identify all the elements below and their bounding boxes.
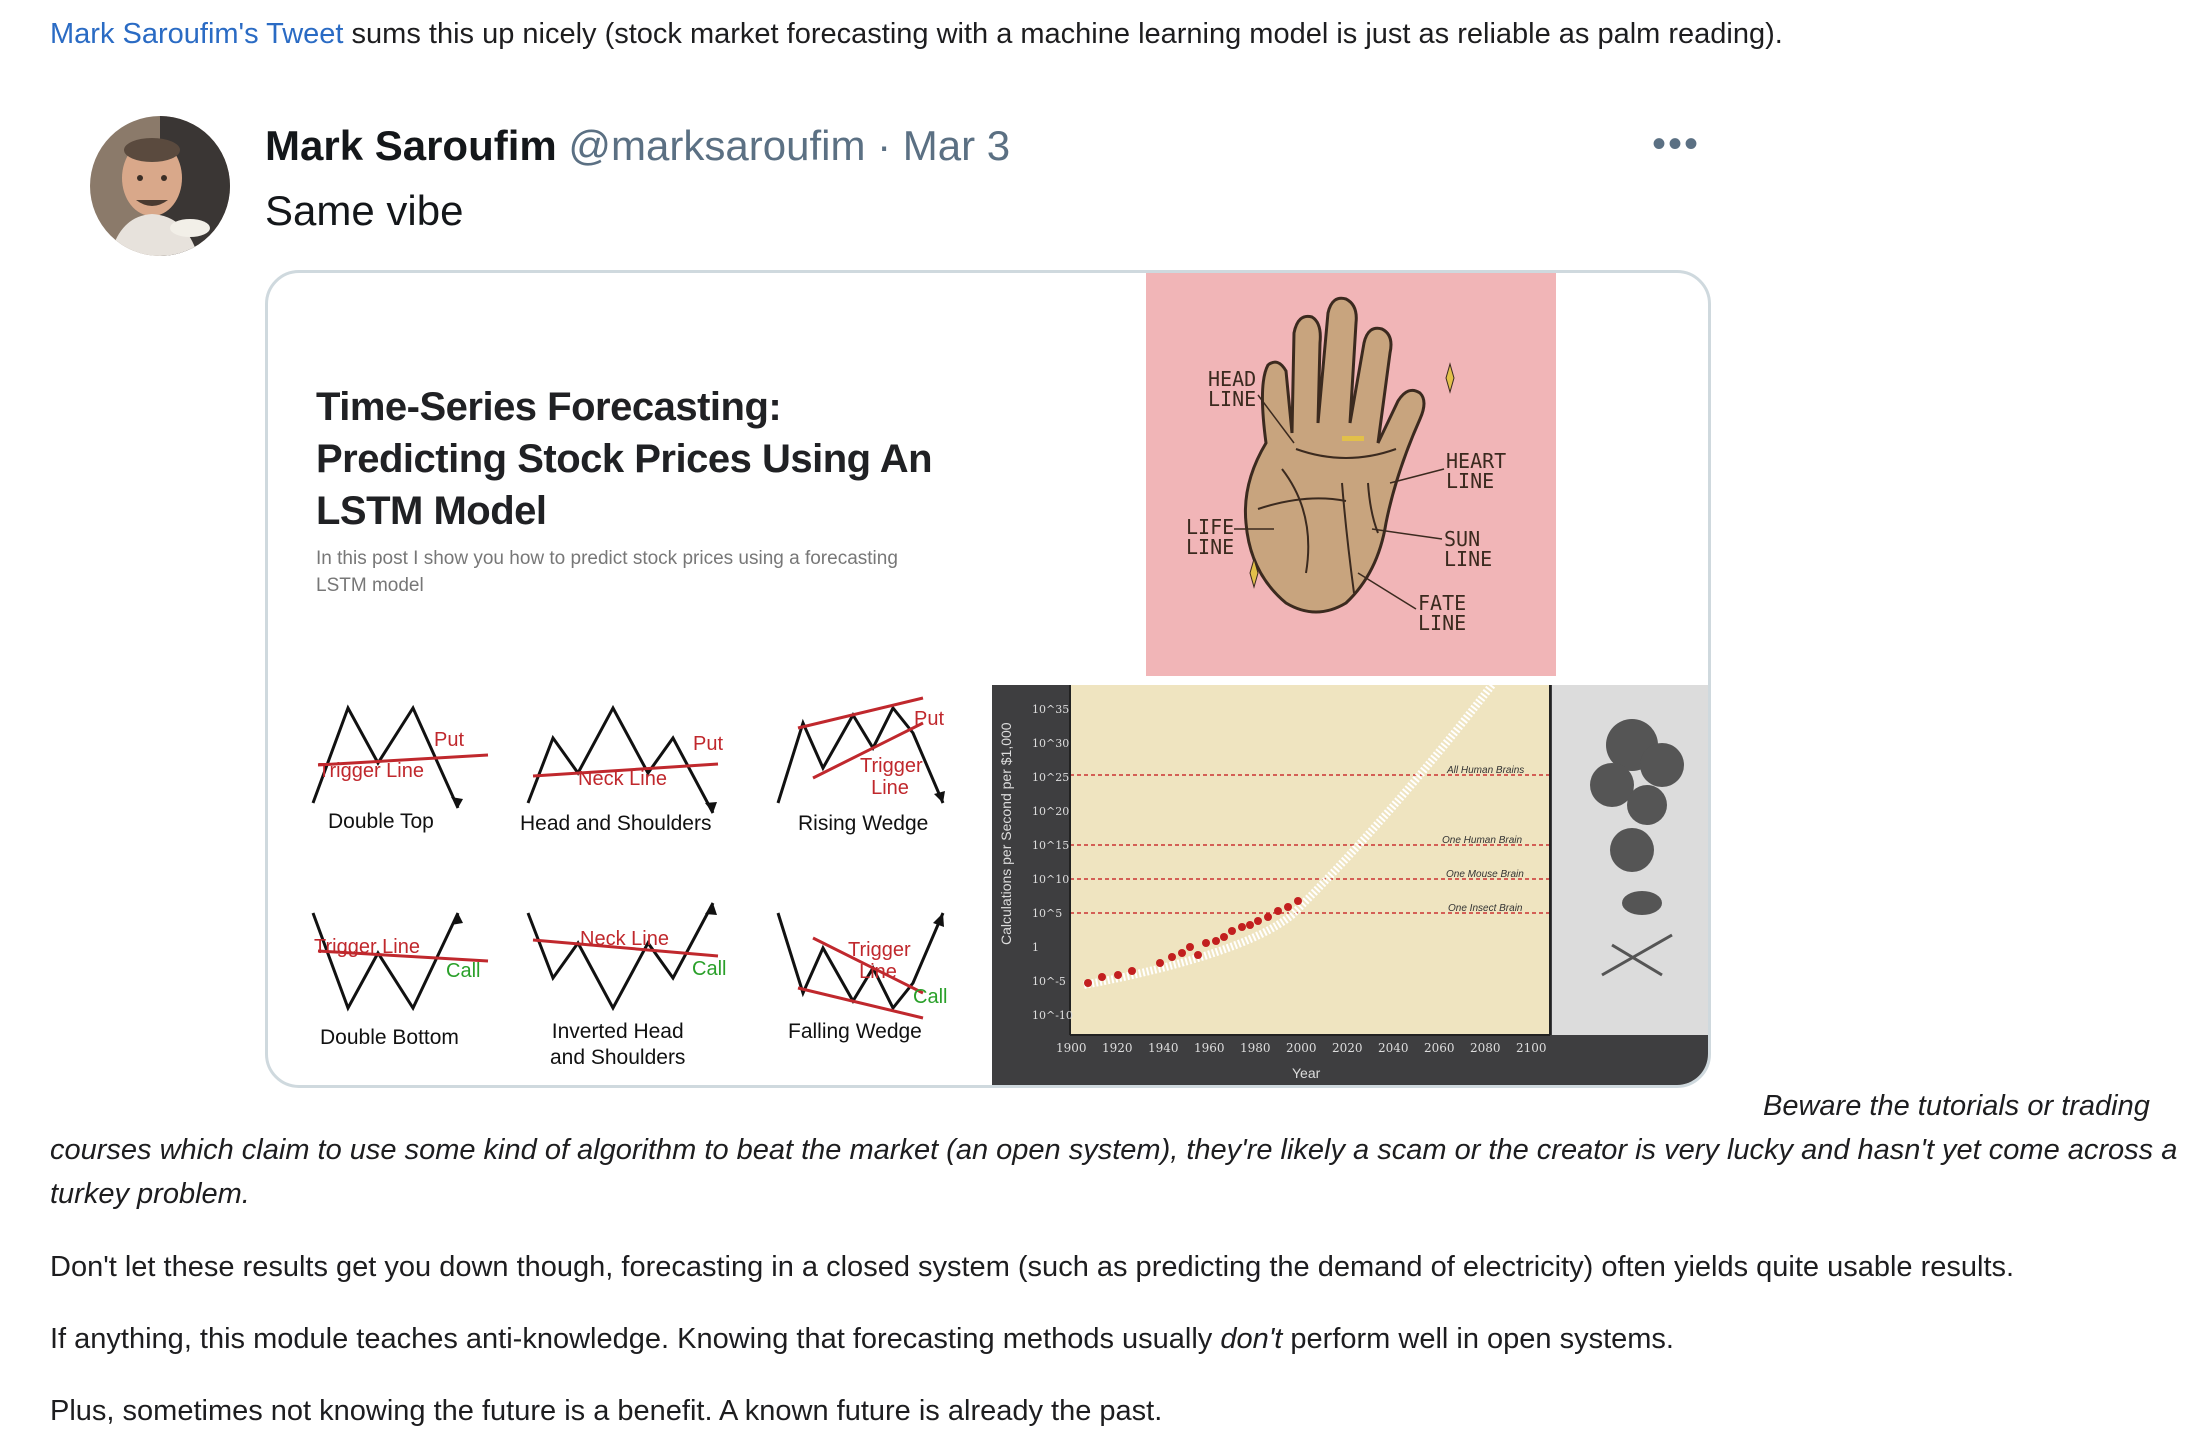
pattern-label: Double Bottom [320,1026,459,1049]
beware-paragraph-start: Beware the tutorials or trading [1763,1090,2150,1122]
heart-line-label: HEART LINE [1446,449,1507,493]
pattern-label: Falling Wedge [788,1020,922,1043]
pattern-label: Inverted Head and Shoulders [550,1020,686,1069]
article-title: Time-Series Forecasting: Predicting Stoc… [316,385,933,533]
avatar-image [90,116,230,256]
level-label: One Mouse Brain [1446,869,1524,880]
tweet-handle[interactable]: @marksaroufim [568,122,865,169]
pattern-label: Head and Shoulders [520,812,712,835]
chart-svg [1069,682,1708,1036]
pattern-label: Rising Wedge [798,812,929,835]
chart-y-ticks: 10^35 10^30 10^25 10^20 10^15 10^10 10^5… [1032,703,1073,1022]
call-label: Call [446,960,481,982]
tweet-link[interactable]: Mark Saroufim's Tweet [50,18,343,50]
tweet-header: Mark Saroufim @marksaroufim · Mar 3 [265,118,1010,174]
trigger-line-label: Trigger Line [314,936,420,958]
level-label: One Insect Brain [1448,903,1523,914]
sun-line-label: SUN LINE [1444,527,1493,571]
trigger-line-label: Trigger Line [860,755,923,799]
neck-line-label: Neck Line [580,928,669,950]
head-shoulders-pattern [526,704,719,814]
trigger-line-label: Trigger Line [318,760,424,782]
fate-line-label: FATE LINE [1418,591,1467,635]
put-label: Put [434,729,465,751]
call-label: Call [913,986,948,1008]
chart-x-axis-label: Year [1292,1065,1321,1081]
exponential-growth-chart: Calculations per Second per $1,000 10^35… [992,682,1708,1085]
pattern-label: Double Top [328,810,434,833]
paragraph-future: Plus, sometimes not knowing the future i… [50,1395,1163,1427]
put-label: Put [914,708,945,730]
chart-y-axis-label: Calculations per Second per $1,000 [998,722,1014,945]
intro-text: sums this up nicely (stock market foreca… [343,18,1783,50]
more-horizontal-icon[interactable]: ••• [1652,122,1700,167]
tweet-separator: · [865,122,903,169]
tweet-author-name[interactable]: Mark Saroufim [265,122,557,169]
intro-paragraph: Mark Saroufim's Tweet sums this up nicel… [50,14,1783,54]
tweet-media-card[interactable]: Time-Series Forecasting: Predicting Stoc… [265,270,1711,1088]
call-label: Call [692,958,727,980]
beware-paragraph: courses which claim to use some kind of … [50,1134,2178,1210]
head-line-label: HEAD LINE [1208,367,1257,411]
paragraph-anti-knowledge: If anything, this module teaches anti-kn… [50,1323,1674,1355]
chart-x-ticks: 1900 1920 1940 1960 1980 2000 2020 2040 … [1056,1041,1547,1055]
life-line-label: LIFE LINE [1186,515,1235,559]
emphasis-dont: don't [1220,1323,1283,1355]
put-label: Put [693,733,724,755]
avatar[interactable] [90,116,230,256]
trigger-line-label: Trigger Line [848,939,911,983]
double-top-pattern [311,704,489,809]
level-label: One Human Brain [1442,835,1523,846]
neck-line-label: Neck Line [578,768,667,790]
tweet-text: Same vibe [265,187,464,234]
palm-reading-illustration: HEAD LINE HEART LINE LIFE LINE SUN LINE FATE… [1146,273,1556,676]
paragraph-closed-system: Don't let these results get you down tho… [50,1251,2015,1283]
article-subtitle: In this post I show you how to predict s… [316,548,898,596]
level-label: All Human Brains [1447,765,1525,776]
tweet-date[interactable]: Mar 3 [903,122,1010,169]
